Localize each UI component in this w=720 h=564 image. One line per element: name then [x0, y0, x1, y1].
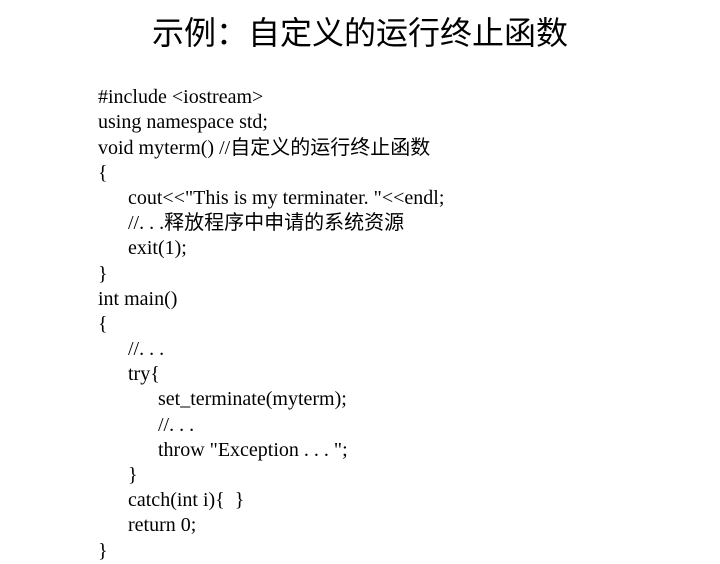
code-line: }: [98, 263, 108, 285]
code-line: }: [98, 540, 108, 562]
code-line: return 0;: [98, 514, 196, 536]
code-line: try{: [98, 363, 160, 385]
code-line: throw "Exception . . . ";: [98, 439, 348, 461]
code-block: #include <iostream> using namespace std;…: [0, 60, 720, 564]
code-line: //. . .释放程序中申请的系统资源: [98, 212, 404, 234]
code-line: }: [98, 464, 138, 486]
slide: 示例：自定义的运行终止函数 #include <iostream> using …: [0, 0, 720, 540]
code-line: //. . .: [98, 414, 194, 436]
code-line: catch(int i){ }: [98, 489, 244, 511]
code-line: //. . .: [98, 338, 164, 360]
code-line: {: [98, 162, 108, 184]
code-line: using namespace std;: [98, 111, 268, 133]
slide-title: 示例：自定义的运行终止函数: [0, 8, 720, 54]
code-line: exit(1);: [98, 237, 187, 259]
code-line: {: [98, 313, 108, 335]
code-line: void myterm() //自定义的运行终止函数: [98, 137, 430, 159]
code-line: #include <iostream>: [98, 86, 263, 108]
code-line: int main(): [98, 288, 177, 310]
code-line: cout<<"This is my terminater. "<<endl;: [98, 187, 444, 209]
code-line: set_terminate(myterm);: [98, 388, 347, 410]
